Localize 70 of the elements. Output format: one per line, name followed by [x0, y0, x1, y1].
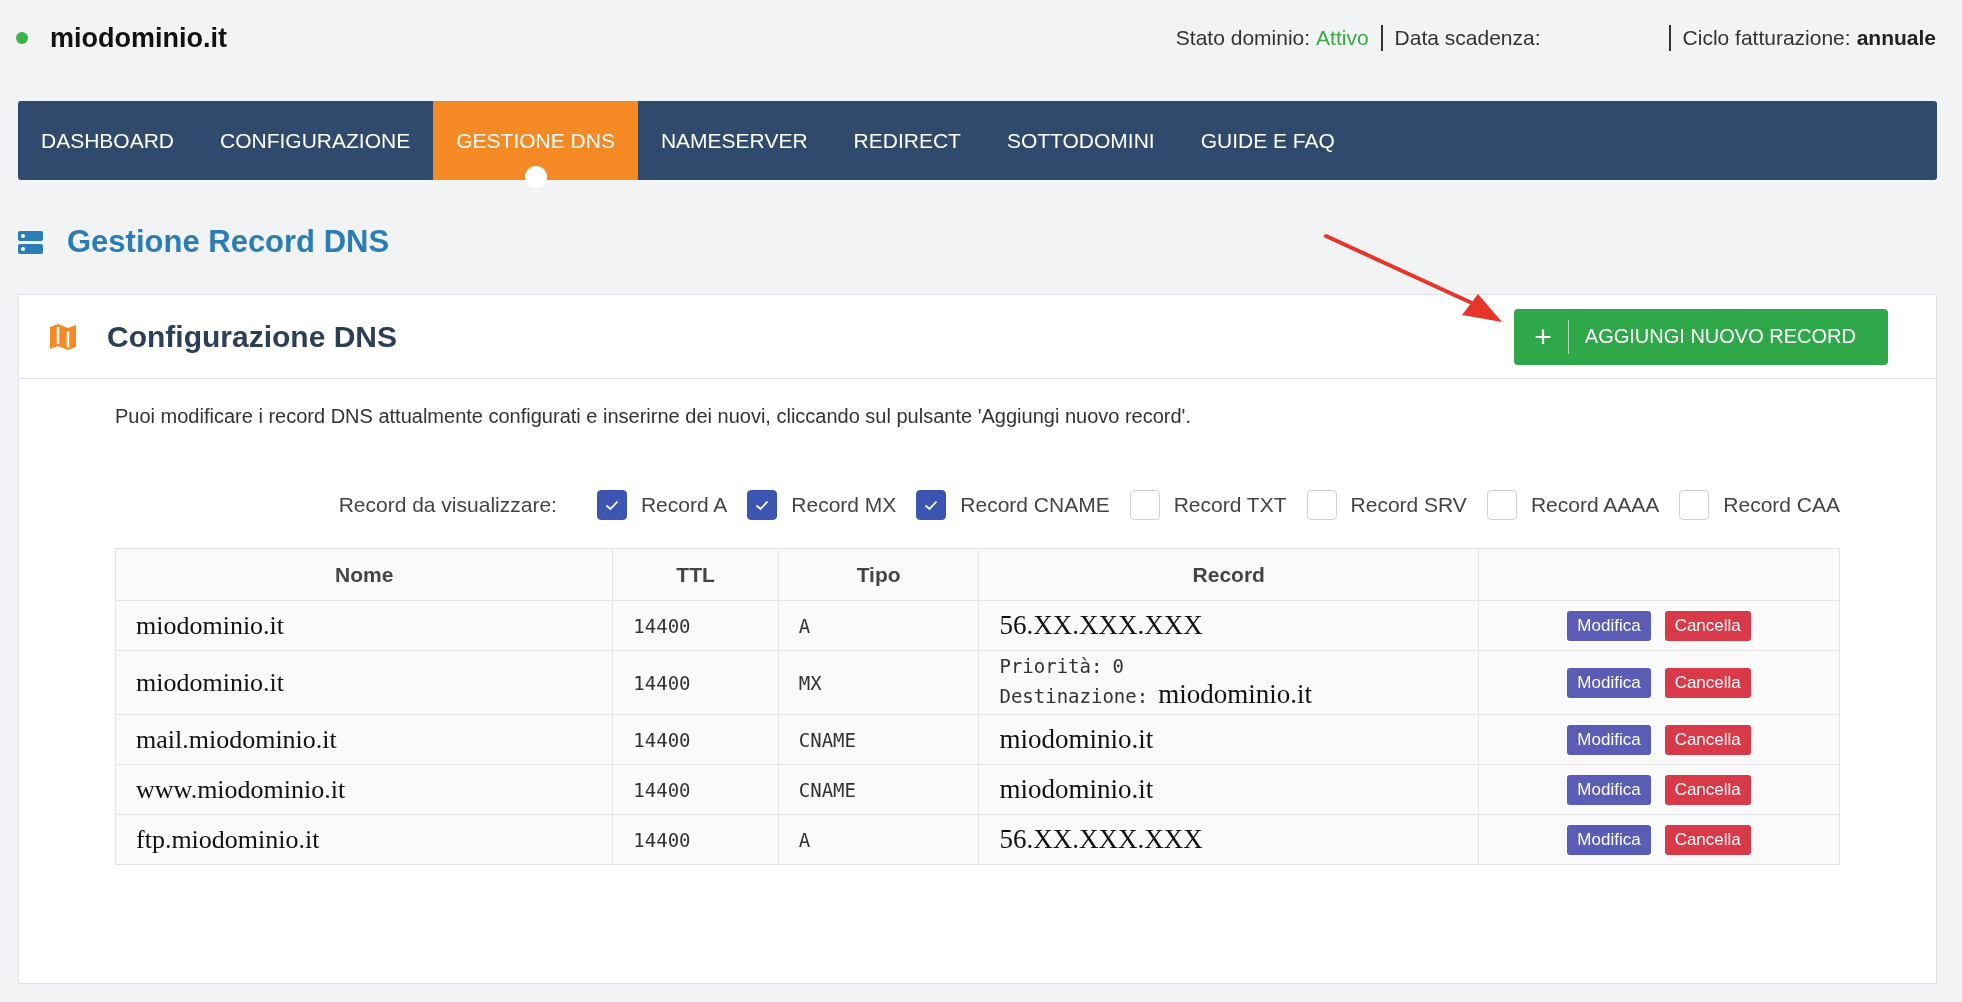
table-cell: 14400 [612, 764, 779, 815]
status-value: annuale [1856, 25, 1936, 51]
table-cell: A [778, 814, 979, 865]
table-cell: A [778, 600, 979, 651]
checkbox[interactable] [747, 490, 778, 520]
status-dot [16, 32, 28, 44]
record-label: Priorità: [999, 655, 1103, 677]
delete-button[interactable]: Cancella [1664, 610, 1751, 641]
table-cell: CNAME [778, 714, 979, 765]
status-value: Attivo [1316, 25, 1369, 51]
add-record-button[interactable]: + AGGIUNGI NUOVO RECORD [1514, 308, 1888, 365]
status-label: Data scadenza: [1394, 25, 1541, 51]
checkbox[interactable] [916, 490, 947, 520]
record-label: Destinazione: [999, 685, 1149, 707]
nav-tab[interactable]: GUIDE E FAQ [1177, 101, 1358, 180]
table-cell: MX [778, 650, 979, 715]
status-label: Ciclo fatturazione: [1682, 25, 1851, 51]
section-title: Gestione Record DNS [67, 224, 390, 260]
nav-tab[interactable]: NAMESERVER [637, 101, 831, 180]
edit-button[interactable]: Modifica [1567, 724, 1651, 755]
table-cell: miodominio.it [115, 600, 613, 651]
table-cell: mail.miodominio.it [115, 714, 613, 765]
table-cell: 14400 [612, 600, 779, 651]
description-text: Puoi modificare i record DNS attualmente configurati e inserirne dei nuovi, cliccando sul pulsante 'Aggiungi nuovo record'. [115, 405, 1192, 428]
record-value: miodominio.it [1158, 679, 1312, 710]
table-cell: 14400 [612, 650, 779, 715]
server-icon [18, 230, 43, 254]
column-header: Record [978, 548, 1479, 601]
table-cell: 14400 [612, 814, 779, 865]
column-header: Nome [115, 548, 613, 601]
card-title: Configurazione DNS [107, 319, 397, 354]
edit-button[interactable]: Modifica [1567, 610, 1651, 641]
table-cell: 14400 [612, 714, 779, 765]
delete-button[interactable]: Cancella [1664, 824, 1751, 855]
checkbox-label: Record CAA [1723, 493, 1840, 517]
checkbox-label: Record TXT [1173, 493, 1287, 517]
check-icon [604, 499, 619, 511]
nav-tab[interactable]: SOTTODOMINI [983, 101, 1178, 180]
edit-button[interactable]: Modifica [1567, 774, 1651, 805]
checkbox[interactable] [596, 490, 627, 520]
status-label: Stato dominio: [1175, 25, 1311, 51]
table-cell: 56.XX.XXX.XXX [978, 600, 1479, 651]
delete-button[interactable]: Cancella [1664, 724, 1751, 755]
delete-button[interactable]: Cancella [1664, 774, 1751, 805]
table-cell: miodominio.it [115, 650, 613, 715]
table-cell: miodominio.it [978, 714, 1479, 765]
edit-button[interactable]: Modifica [1567, 667, 1651, 698]
table-cell: miodominio.it [978, 764, 1479, 815]
table-cell: ftp.miodominio.it [115, 814, 613, 865]
record-value: 0 [1112, 655, 1124, 677]
check-icon [924, 499, 939, 511]
filter-label: Record da visualizzare: [338, 493, 557, 517]
check-icon [755, 499, 770, 511]
checkbox-label: Record SRV [1350, 493, 1467, 517]
map-icon [49, 322, 77, 351]
nav-tab[interactable]: REDIRECT [830, 101, 984, 180]
checkbox-label: Record A [640, 493, 728, 517]
domain-name: miodominio.it [50, 22, 227, 54]
column-header: TTL [612, 548, 779, 601]
nav-tab[interactable]: CONFIGURAZIONE [197, 101, 434, 180]
nav-tab[interactable]: DASHBOARD [18, 101, 198, 180]
column-header: Tipo [778, 548, 979, 601]
table-cell: CNAME [778, 764, 979, 815]
table-cell: www.miodominio.it [115, 764, 613, 815]
checkbox-label: Record AAAA [1530, 493, 1660, 517]
checkbox-label: Record MX [791, 493, 897, 517]
table-cell: 56.XX.XXX.XXX [978, 814, 1479, 865]
delete-button[interactable]: Cancella [1664, 667, 1751, 698]
checkbox-label: Record CNAME [960, 493, 1110, 517]
edit-button[interactable]: Modifica [1567, 824, 1651, 855]
